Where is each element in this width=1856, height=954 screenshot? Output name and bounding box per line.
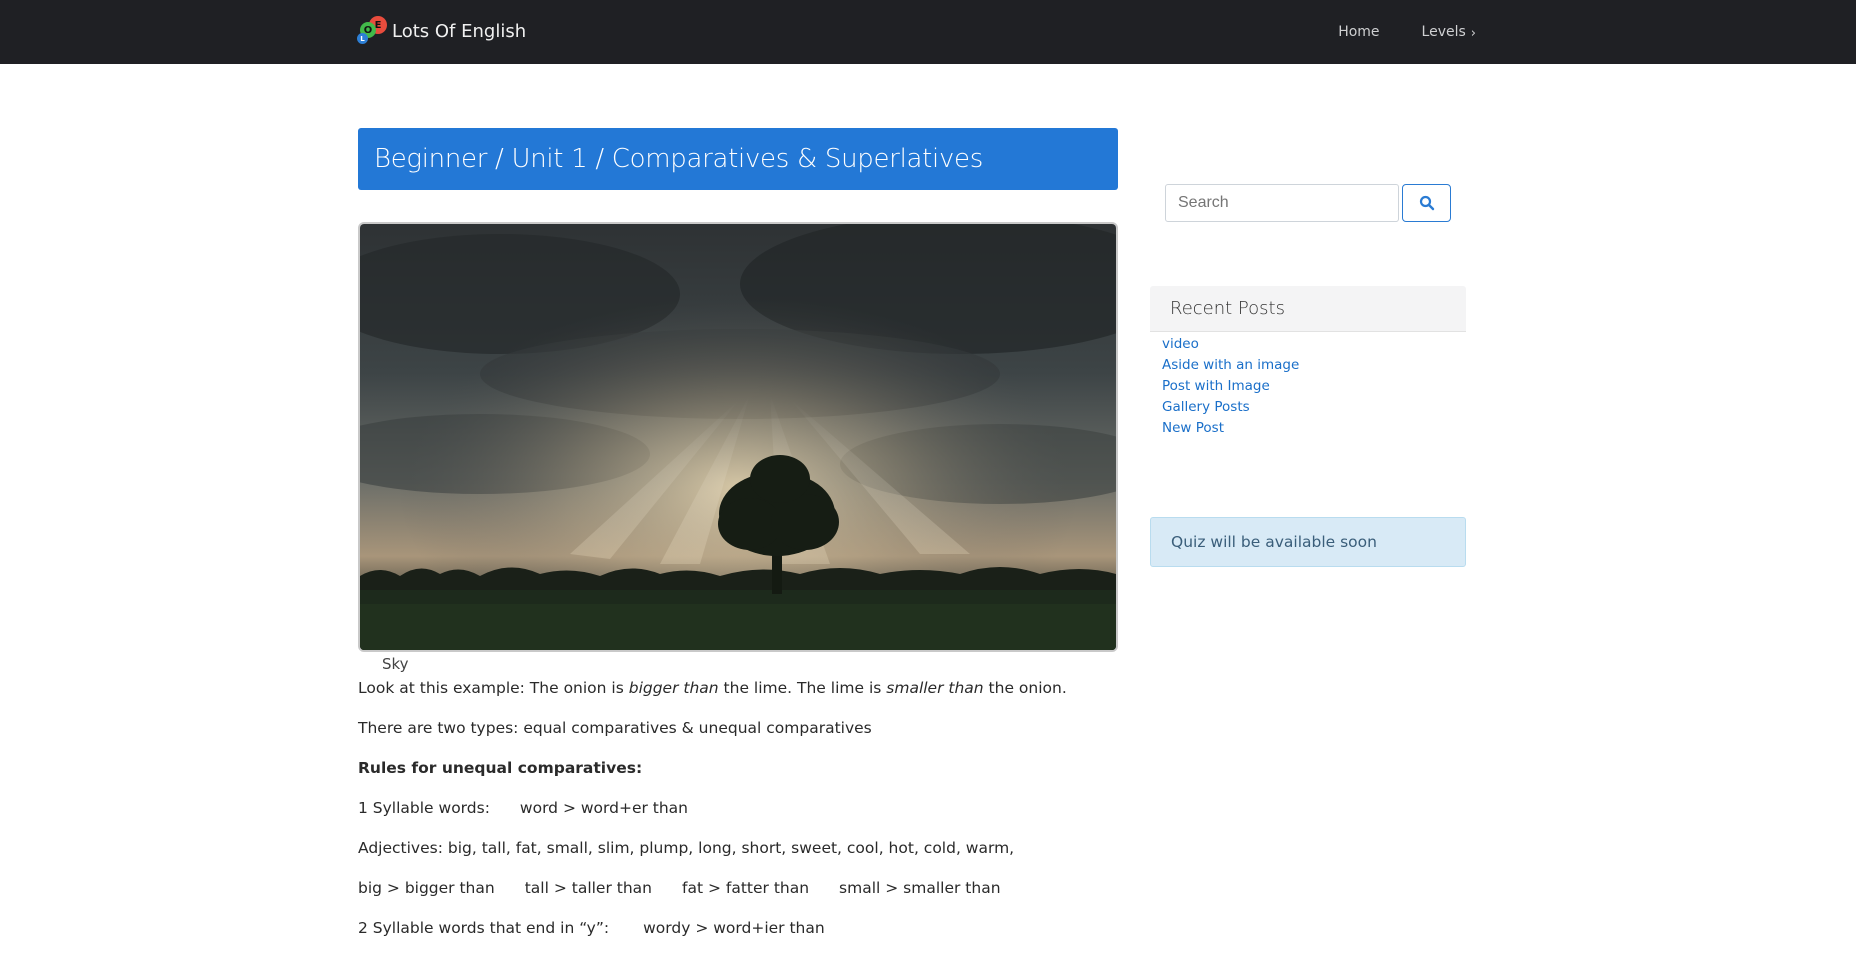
recent-post-link[interactable]: video [1162, 334, 1466, 355]
logo-icon: E O L [357, 16, 387, 46]
search-button[interactable] [1402, 184, 1451, 222]
paragraph-types: There are two types: equal comparatives … [358, 719, 872, 737]
paragraph-rules-heading: Rules for unequal comparatives: [358, 757, 1118, 779]
sky-tree-image [360, 224, 1116, 650]
text-segment: fat > fatter than [682, 879, 810, 897]
search-form [1165, 184, 1451, 222]
text-segment: tall > taller than [524, 879, 652, 897]
search-icon[interactable] [1419, 195, 1435, 211]
recent-posts-widget: Recent Posts video Aside with an image P… [1150, 286, 1466, 439]
brand-name[interactable]: Lots Of English [392, 21, 526, 42]
brand-link[interactable]: E O L Lots Of English [357, 16, 526, 46]
paragraph-example: Look at this example: The onion is bigge… [358, 677, 1118, 699]
search-input[interactable] [1165, 184, 1399, 222]
page-title-bar: Beginner / Unit 1 / Comparatives & Super… [358, 128, 1118, 190]
nav-home-label[interactable]: Home [1338, 24, 1379, 40]
text-segment: the onion. [983, 679, 1067, 697]
recent-post-link[interactable]: Gallery Posts [1162, 397, 1466, 418]
emphasis-bigger-than: bigger than [628, 679, 719, 697]
text-segment: wordy > word+ier than [643, 919, 825, 937]
image-caption: Sky [382, 655, 409, 673]
nav-links: Home Levels › [1296, 0, 1476, 64]
nav-levels-label[interactable]: Levels [1422, 24, 1466, 40]
main-content: Beginner / Unit 1 / Comparatives & Super… [358, 128, 1118, 939]
page-title: Beginner / Unit 1 / Comparatives & Super… [374, 144, 983, 174]
top-navbar: E O L Lots Of English Home Levels › [0, 0, 1856, 64]
nav-levels-dropdown[interactable]: Levels › [1422, 23, 1476, 41]
logo-l: L [357, 33, 368, 44]
text-segment: 2 Syllable words that end in “y”: [358, 919, 610, 937]
text-segment: Look at this example: The onion is [358, 679, 629, 697]
recent-post-link[interactable]: New Post [1162, 418, 1466, 439]
recent-post-link[interactable]: Aside with an image [1162, 355, 1466, 376]
text-segment: small > smaller than [839, 879, 1001, 897]
quiz-notice: Quiz will be available soon [1150, 517, 1466, 567]
text-segment: 1 Syllable words: [358, 799, 490, 817]
text-segment: big > bigger than [358, 879, 495, 897]
paragraph-one-syllable: 1 Syllable words: word > word+er than [358, 797, 1118, 819]
nav-home-link[interactable]: Home [1338, 24, 1379, 40]
quiz-notice-text: Quiz will be available soon [1171, 533, 1377, 551]
text-segment: word > word+er than [519, 799, 689, 817]
paragraph-two-syllable: 2 Syllable words that end in “y”: wordy >… [358, 917, 1118, 939]
chevron-right-icon[interactable]: › [1471, 26, 1476, 41]
recent-post-link[interactable]: Post with Image [1162, 376, 1466, 397]
recent-posts-heading: Recent Posts [1150, 286, 1466, 332]
featured-image-sky [358, 222, 1118, 652]
paragraph-adjectives: Adjectives: big, tall, fat, small, slim,… [358, 839, 1015, 857]
text-segment: the lime. The lime is [718, 679, 887, 697]
paragraph-examples: big > bigger than tall > taller than fat >… [358, 877, 1118, 899]
emphasis-smaller-than: smaller than [886, 679, 984, 697]
rules-heading: Rules for unequal comparatives: [358, 759, 643, 777]
recent-posts-title: Recent Posts [1170, 298, 1285, 319]
recent-posts-list: video Aside with an image Post with Imag… [1150, 334, 1466, 439]
post-body: Look at this example: The onion is bigge… [358, 677, 1118, 939]
